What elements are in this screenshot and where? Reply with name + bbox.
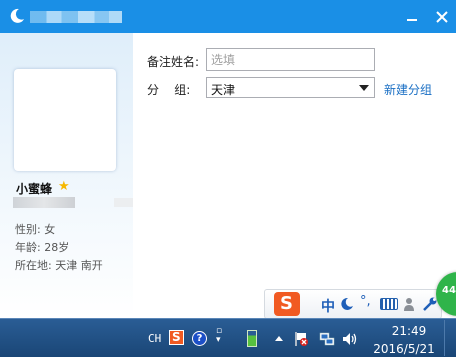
user-icon[interactable] (403, 297, 415, 311)
action-center-flag-icon[interactable] (294, 331, 309, 347)
group-selected-value: 天津 (211, 83, 236, 97)
add-friend-window: 小蜜蜂 ★ 性别: 女 年龄: 28岁 所在地: 天津 南开 备注姓名: 分 组… (0, 0, 456, 318)
ime-options-icon[interactable]: ▫ ▾ (216, 327, 222, 345)
sogou-ime-logo-icon[interactable]: S (274, 292, 300, 316)
sogou-tray-icon[interactable]: S (169, 330, 184, 345)
remark-name-input[interactable] (206, 48, 375, 71)
age-info: 年龄: 28岁 (15, 241, 70, 254)
star-icon: ★ (58, 179, 70, 194)
new-group-link[interactable]: 新建分组 (384, 81, 432, 98)
group-select[interactable]: 天津 (206, 77, 375, 98)
minimize-icon[interactable] (403, 8, 421, 26)
language-indicator[interactable]: CH (148, 332, 161, 345)
blurred-window-title (30, 11, 122, 23)
group-label: 分 组: (147, 83, 191, 97)
network-icon[interactable] (319, 331, 335, 347)
half-width-moon-icon[interactable] (340, 297, 354, 311)
ime-punctuation-mode[interactable]: °, (360, 294, 371, 309)
blurred-account-id (13, 197, 75, 208)
dropdown-arrow-icon[interactable] (359, 85, 369, 91)
close-icon[interactable] (433, 8, 451, 26)
show-hidden-icons-icon[interactable] (275, 336, 283, 341)
location-info: 所在地: 天津 南开 (15, 259, 103, 272)
help-icon[interactable]: ? (192, 331, 207, 346)
show-desktop-divider[interactable] (444, 320, 445, 356)
app-logo-icon (10, 8, 24, 23)
remark-name-label: 备注姓名: (147, 55, 200, 69)
volume-icon[interactable] (342, 332, 358, 346)
soft-keyboard-icon[interactable] (380, 298, 398, 310)
ime-chinese-mode[interactable]: 中 (321, 296, 335, 316)
clock-time[interactable]: 21:49 (384, 324, 434, 338)
title-bar[interactable] (0, 0, 456, 33)
gender-info: 性别: 女 (15, 223, 56, 236)
avatar[interactable] (14, 69, 116, 171)
nickname: 小蜜蜂 (16, 182, 53, 196)
clock-date[interactable]: 2016/5/21 (370, 342, 438, 356)
battery-icon[interactable] (247, 330, 257, 347)
blurred-account-id-tail (114, 198, 133, 207)
profile-panel: 小蜜蜂 ★ 性别: 女 年龄: 28岁 所在地: 天津 南开 (0, 33, 133, 318)
